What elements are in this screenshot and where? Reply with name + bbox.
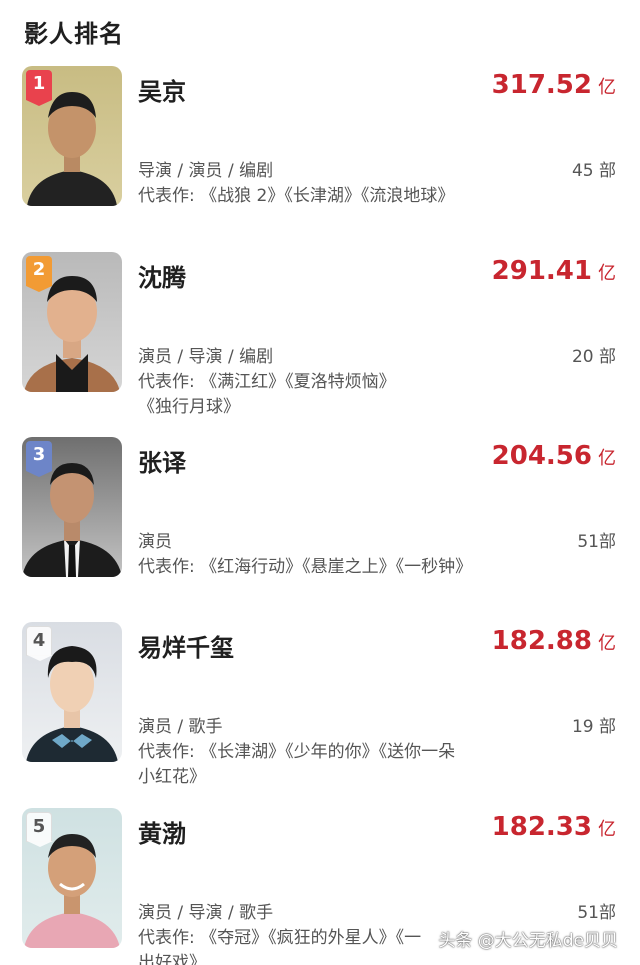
person-name[interactable]: 易烊千玺 [138,628,234,663]
person-name[interactable]: 黄渤 [138,814,186,849]
box-office-value: 291.41 [491,256,592,286]
works-line: 代表作: 《长津湖》《少年的你》《送你一朵 [138,742,456,762]
representative-works: 代表作: 《长津湖》《少年的你》《送你一朵 小红花》 [138,740,538,790]
box-office-unit: 亿 [598,263,616,284]
works-line: 代表作: 《战狼 2》《长津湖》《流浪地球》 [138,186,455,206]
person-roles: 演员 / 歌手 [138,717,223,737]
film-count: 51部 [577,903,616,923]
person-card-zhang-yi[interactable]: 3 张译 204.56 亿 演员 51部 代表作: 《红海行动》《悬崖之上》《一秒… [0,437,640,597]
works-line: 代表作: 《红海行动》《悬崖之上》《一秒钟》 [138,557,473,577]
box-office-value: 317.52 [491,70,592,100]
person-roles: 导演 / 演员 / 编剧 [138,161,274,181]
box-office-unit: 亿 [598,448,616,469]
film-count: 19 部 [571,717,616,737]
box-office-value: 182.33 [491,812,592,842]
person-roles: 演员 / 导演 / 歌手 [138,903,274,923]
box-office-value: 182.88 [491,626,592,656]
person-name[interactable]: 张译 [138,443,186,478]
works-line: 代表作: 《满江红》《夏洛特烦恼》 [138,372,396,392]
rank-badge: 3 [26,441,52,477]
person-name[interactable]: 吴京 [138,72,186,107]
box-office-value: 204.56 [491,441,592,471]
box-office: 317.52 亿 [492,70,616,100]
page-title: 影人排名 [24,20,124,48]
box-office-unit: 亿 [598,819,616,840]
works-line: 出好戏》 [138,953,206,965]
representative-works: 代表作: 《红海行动》《悬崖之上》《一秒钟》 [138,555,538,580]
film-count: 45 部 [571,161,616,181]
works-line: 小红花》 [138,767,206,787]
film-count: 20 部 [571,347,616,367]
box-office: 182.33 亿 [492,812,616,842]
representative-works: 代表作: 《满江红》《夏洛特烦恼》 《独行月球》 [138,370,538,420]
rank-badge: 2 [26,256,52,292]
watermark: 头条 @大公无私de贝贝 [438,931,618,951]
person-card-yi-yang-qian-xi[interactable]: 4 易烊千玺 182.88 亿 演员 / 歌手 19 部 代表作: 《长津湖》《少… [0,622,640,787]
box-office-unit: 亿 [598,633,616,654]
works-line: 《独行月球》 [138,397,240,417]
person-card-wu-jing[interactable]: 1 吴京 317.52 亿 导演 / 演员 / 编剧 45 部 代表作: 《战狼 … [0,66,640,226]
film-count: 51部 [577,532,616,552]
person-card-shen-teng[interactable]: 2 沈腾 291.41 亿 演员 / 导演 / 编剧 20 部 代表作: 《满江红… [0,252,640,417]
person-roles: 演员 [138,532,172,552]
box-office: 182.88 亿 [492,626,616,656]
rank-badge: 4 [26,626,53,661]
representative-works: 代表作: 《战狼 2》《长津湖》《流浪地球》 [138,184,538,209]
rank-badge: 1 [26,70,52,106]
person-roles: 演员 / 导演 / 编剧 [138,347,274,367]
box-office: 204.56 亿 [492,441,616,471]
person-name[interactable]: 沈腾 [138,258,186,293]
box-office: 291.41 亿 [492,256,616,286]
box-office-unit: 亿 [598,77,616,98]
rank-badge: 5 [26,812,53,847]
